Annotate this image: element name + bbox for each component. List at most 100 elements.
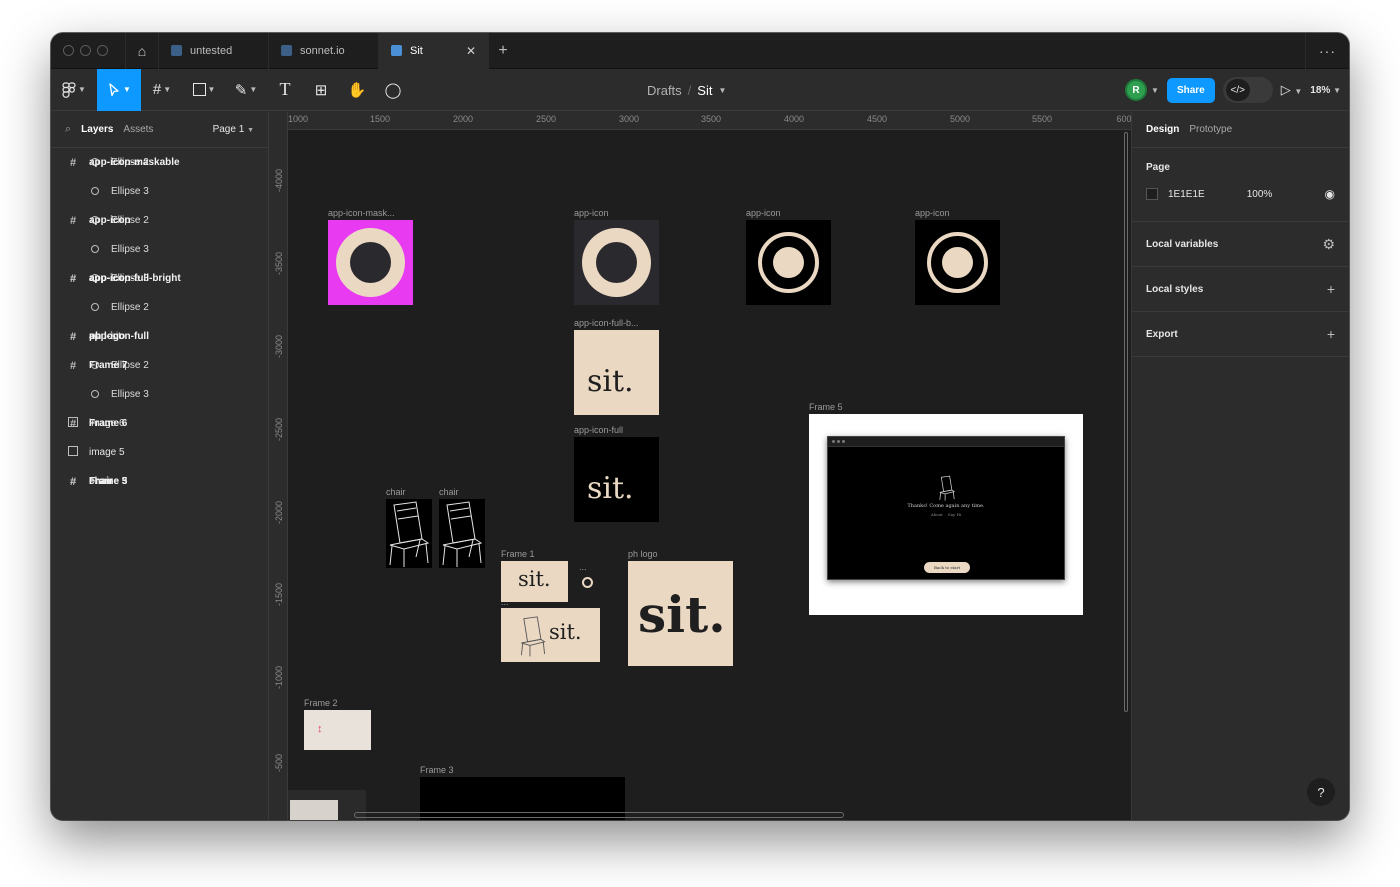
tab-sit[interactable]: Sit ✕ bbox=[379, 33, 489, 69]
frame-2[interactable]: ↕ bbox=[304, 710, 371, 750]
app-icon-full-bright-frame[interactable]: sit. bbox=[574, 330, 659, 415]
plus-icon[interactable]: + bbox=[1327, 281, 1335, 297]
ph-logo-frame[interactable]: sit. bbox=[628, 561, 733, 666]
frame-label[interactable]: Frame 5 bbox=[809, 402, 843, 412]
main-menu-button[interactable]: ▼ bbox=[51, 69, 97, 111]
file-icon bbox=[281, 45, 292, 56]
hand-tool[interactable]: ✋ bbox=[339, 69, 375, 111]
share-button[interactable]: Share bbox=[1166, 77, 1215, 103]
frame-1[interactable]: sit. bbox=[501, 561, 568, 602]
page-opacity[interactable]: 100% bbox=[1247, 189, 1273, 200]
app-icon-full-frame[interactable]: sit. bbox=[574, 437, 659, 522]
close-tab-icon[interactable]: ✕ bbox=[466, 44, 476, 58]
page-select[interactable]: Page 1 ▼ bbox=[213, 124, 254, 135]
eye-icon[interactable]: ◉ bbox=[1325, 187, 1335, 201]
frame-label[interactable]: Frame 2 bbox=[304, 698, 338, 708]
minimize-window-button[interactable] bbox=[80, 45, 91, 56]
ruler-tick-label: 2500 bbox=[535, 114, 557, 124]
pen-tool[interactable]: ✎ ▼ bbox=[225, 69, 267, 111]
home-button[interactable]: ⌂ bbox=[125, 33, 159, 69]
avatar[interactable]: R ▼ bbox=[1125, 79, 1159, 101]
local-variables-section[interactable]: Local variables ⚙ bbox=[1132, 222, 1349, 267]
close-window-button[interactable] bbox=[63, 45, 74, 56]
frame-7[interactable]: sit. bbox=[501, 608, 600, 662]
text-tool[interactable]: T bbox=[267, 69, 303, 111]
tab-layers[interactable]: Layers bbox=[81, 124, 113, 135]
tab-untested[interactable]: untested bbox=[159, 33, 269, 69]
layer-item[interactable]: Ellipse 3 bbox=[51, 380, 268, 409]
frame-icon: # bbox=[69, 475, 77, 488]
comment-tool[interactable]: ◯ bbox=[375, 69, 411, 111]
browser-screenshot: Thanks! Come again any time. About Say H… bbox=[827, 436, 1065, 580]
layer-item[interactable]: # Frame 7 bbox=[51, 351, 127, 380]
tab-prototype[interactable]: Prototype bbox=[1189, 124, 1232, 135]
vertical-scrollbar[interactable] bbox=[1124, 132, 1128, 712]
canvas[interactable]: 1000 1500 2000 2500 3000 3500 4000 4500 5000 5500… bbox=[270, 112, 1131, 820]
frame-tool[interactable]: # ▼ bbox=[141, 69, 183, 111]
local-styles-section[interactable]: Local styles + bbox=[1132, 267, 1349, 312]
app-icon-frame[interactable] bbox=[746, 220, 831, 305]
layer-item[interactable]: # app-icon bbox=[51, 206, 131, 235]
frame-label[interactable]: ... bbox=[501, 597, 509, 607]
layer-label: Frame 7 bbox=[89, 360, 128, 371]
frame-label[interactable]: ph logo bbox=[628, 549, 658, 559]
plus-icon[interactable]: + bbox=[1327, 326, 1335, 342]
layer-item[interactable]: Ellipse 3 bbox=[51, 235, 268, 264]
app-icon-frame[interactable] bbox=[915, 220, 1000, 305]
shape-tool[interactable]: ▼ bbox=[183, 69, 225, 111]
layer-item[interactable]: image 5 bbox=[51, 438, 268, 467]
breadcrumb[interactable]: Drafts / Sit ▼ bbox=[647, 69, 726, 111]
layer-item[interactable]: # chair bbox=[51, 467, 113, 496]
dev-mode-toggle[interactable]: </> bbox=[1222, 77, 1273, 103]
frame-label[interactable]: app-icon bbox=[915, 208, 950, 218]
tab-sonnet[interactable]: sonnet.io bbox=[269, 33, 379, 69]
frame-label[interactable]: chair bbox=[439, 487, 459, 497]
layer-item[interactable]: Ellipse 3 bbox=[51, 177, 268, 206]
layer-item[interactable]: # ph logo bbox=[51, 322, 125, 351]
resources-tool[interactable]: ⊞ bbox=[303, 69, 339, 111]
frame-label[interactable]: app-icon-full-b... bbox=[574, 318, 639, 328]
chair-frame[interactable] bbox=[386, 499, 432, 568]
frame-5[interactable]: Thanks! Come again any time. About Say H… bbox=[809, 414, 1083, 615]
export-section[interactable]: Export + bbox=[1132, 312, 1349, 357]
tab-design[interactable]: Design bbox=[1146, 124, 1179, 135]
zoom-control[interactable]: 18% ▼ bbox=[1310, 85, 1341, 96]
frame-label[interactable]: chair bbox=[386, 487, 406, 497]
frame-label[interactable]: ... bbox=[579, 562, 587, 572]
move-tool[interactable]: ▼ bbox=[97, 68, 141, 111]
more-icon[interactable]: ··· bbox=[1305, 33, 1349, 69]
small-ring-ellipse[interactable] bbox=[582, 577, 593, 588]
frame-label[interactable]: app-icon bbox=[574, 208, 609, 218]
chair-frame[interactable] bbox=[439, 499, 485, 568]
page-color-swatch[interactable] bbox=[1146, 188, 1158, 200]
layer-item[interactable]: Ellipse 2 bbox=[51, 293, 268, 322]
figma-logo-icon bbox=[62, 81, 76, 98]
frame-icon: # bbox=[69, 417, 77, 430]
layer-label: app-icon-maskable bbox=[89, 157, 180, 168]
frame-label[interactable]: Frame 3 bbox=[420, 765, 454, 775]
horizontal-scrollbar[interactable] bbox=[354, 812, 844, 818]
breadcrumb-parent[interactable]: Drafts bbox=[647, 83, 682, 98]
app-icon-frame[interactable] bbox=[574, 220, 659, 305]
ruler-tick-label: -500 bbox=[274, 753, 284, 772]
frame-label[interactable]: app-icon bbox=[746, 208, 781, 218]
app-icon-maskable-frame[interactable] bbox=[328, 220, 413, 305]
page-background-row[interactable]: 1E1E1E 100% ◉ bbox=[1146, 187, 1335, 201]
help-button[interactable]: ? bbox=[1307, 778, 1335, 806]
present-button[interactable]: ▷ ▼ bbox=[1281, 82, 1303, 98]
layer-item[interactable]: # Frame 6 bbox=[51, 409, 127, 438]
tab-assets[interactable]: Assets bbox=[123, 124, 153, 135]
breadcrumb-current[interactable]: Sit bbox=[697, 83, 712, 98]
frame-label[interactable]: Frame 1 bbox=[501, 549, 535, 559]
layer-item[interactable]: # app-icon bbox=[51, 264, 131, 293]
layer-item[interactable]: # app-icon-maskable bbox=[51, 148, 180, 177]
maximize-window-button[interactable] bbox=[97, 45, 108, 56]
frame-label[interactable]: app-icon-full bbox=[574, 425, 623, 435]
search-icon[interactable]: ⌕ bbox=[65, 123, 71, 136]
page-color-hex[interactable]: 1E1E1E bbox=[1168, 189, 1205, 200]
new-tab-button[interactable]: + bbox=[489, 42, 517, 60]
ruler-tick-label: 1000 bbox=[287, 114, 309, 124]
ellipse-shape bbox=[91, 186, 99, 195]
frame-label[interactable]: app-icon-mask... bbox=[328, 208, 395, 218]
sliders-icon[interactable]: ⚙ bbox=[1322, 236, 1335, 253]
